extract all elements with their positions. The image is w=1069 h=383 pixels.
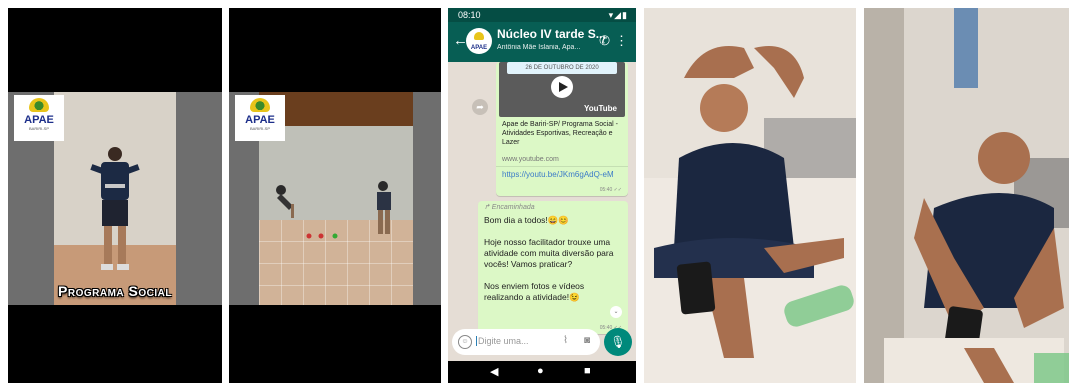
camera-icon[interactable]: ◙ (584, 335, 590, 346)
mic-icon[interactable]: 🎙 (604, 328, 632, 356)
android-nav-bar: ◀ ● ■ (448, 361, 636, 383)
forwarded-label: ↱ Encaminhada (484, 204, 535, 211)
apae-logo: APAE BARIRI-SP (235, 95, 285, 141)
apae-logo: APAE BARIRI-SP (14, 95, 64, 141)
scroll-down-icon[interactable]: ⌄ (610, 306, 622, 318)
nav-back-icon[interactable]: ◀ (490, 365, 498, 378)
player-left (276, 185, 294, 218)
link-title: Apae de Bariri-SP/ Programa Social - Ati… (502, 121, 618, 146)
video-frame-2: APAE BARIRI-SP (229, 8, 441, 383)
attach-icon[interactable]: ⌇ (563, 335, 568, 346)
video-image-2: APAE BARIRI-SP (229, 92, 441, 305)
date-chip: 26 DE OUTUBRO DE 2020 (507, 62, 617, 74)
message-forwarded[interactable]: ↱ Encaminhada Bom dia a todos!😄😊 Hoje no… (478, 201, 628, 334)
balls (306, 233, 338, 239)
chat-header[interactable]: ← APAE Núcleo IV tarde S... Antônia Mãe … (448, 22, 636, 62)
photo-scene-2 (864, 8, 1069, 383)
more-options-icon[interactable]: ⋮ (615, 33, 628, 49)
divider (496, 166, 628, 167)
video-frame-1: APAE BARIRI-SP Programa Social (8, 8, 222, 383)
chat-title[interactable]: Núcleo IV tarde S... (497, 27, 606, 41)
message-input[interactable]: ☺ Digite uma... ⌇ ◙ (452, 329, 600, 355)
status-time: 08:10 (458, 10, 481, 20)
link-site: www.youtube.com (502, 156, 559, 163)
video-caption: Programa Social (58, 283, 172, 299)
group-avatar[interactable]: APAE (466, 28, 492, 54)
whatsapp-screen: 08:10 ▾◢▮ ← APAE Núcleo IV tarde S... An… (448, 8, 636, 383)
nav-recent-icon[interactable]: ■ (584, 365, 591, 377)
chat-messages[interactable]: 26 DE OUTUBRO DE 2020 YouTube Apae de Ba… (448, 62, 636, 334)
nav-home-icon[interactable]: ● (537, 365, 544, 377)
input-placeholder[interactable]: Digite uma... (476, 336, 529, 346)
player-right (377, 181, 391, 234)
message-time: 05:40 ✓✓ (599, 187, 622, 193)
photo-participant-2 (864, 8, 1069, 383)
youtube-link[interactable]: https://youtu.be/JKm6gAdQ-eM (502, 170, 624, 180)
photo-participant-1 (644, 8, 856, 383)
status-icons: ▾◢▮ (608, 10, 628, 20)
message-text: Bom dia a todos!😄😊 Hoje nosso facilitado… (484, 215, 614, 302)
forward-icon[interactable]: ➦ (472, 99, 488, 115)
photo-scene-1 (644, 8, 856, 383)
play-icon[interactable] (551, 76, 573, 98)
youtube-logo: YouTube (583, 104, 617, 113)
message-link-preview[interactable]: 26 DE OUTUBRO DE 2020 YouTube Apae de Ba… (496, 62, 628, 196)
emoji-icon[interactable]: ☺ (458, 335, 472, 349)
video-thumbnail[interactable]: 26 DE OUTUBRO DE 2020 YouTube (499, 62, 625, 117)
status-bar: 08:10 ▾◢▮ (448, 8, 636, 22)
add-call-icon[interactable]: ✆ (599, 33, 610, 49)
video-image-1: APAE BARIRI-SP Programa Social (8, 92, 222, 305)
instructor-figure (90, 147, 140, 270)
chat-subtitle: Antônia Mãe Islania, Apa... (497, 44, 581, 51)
